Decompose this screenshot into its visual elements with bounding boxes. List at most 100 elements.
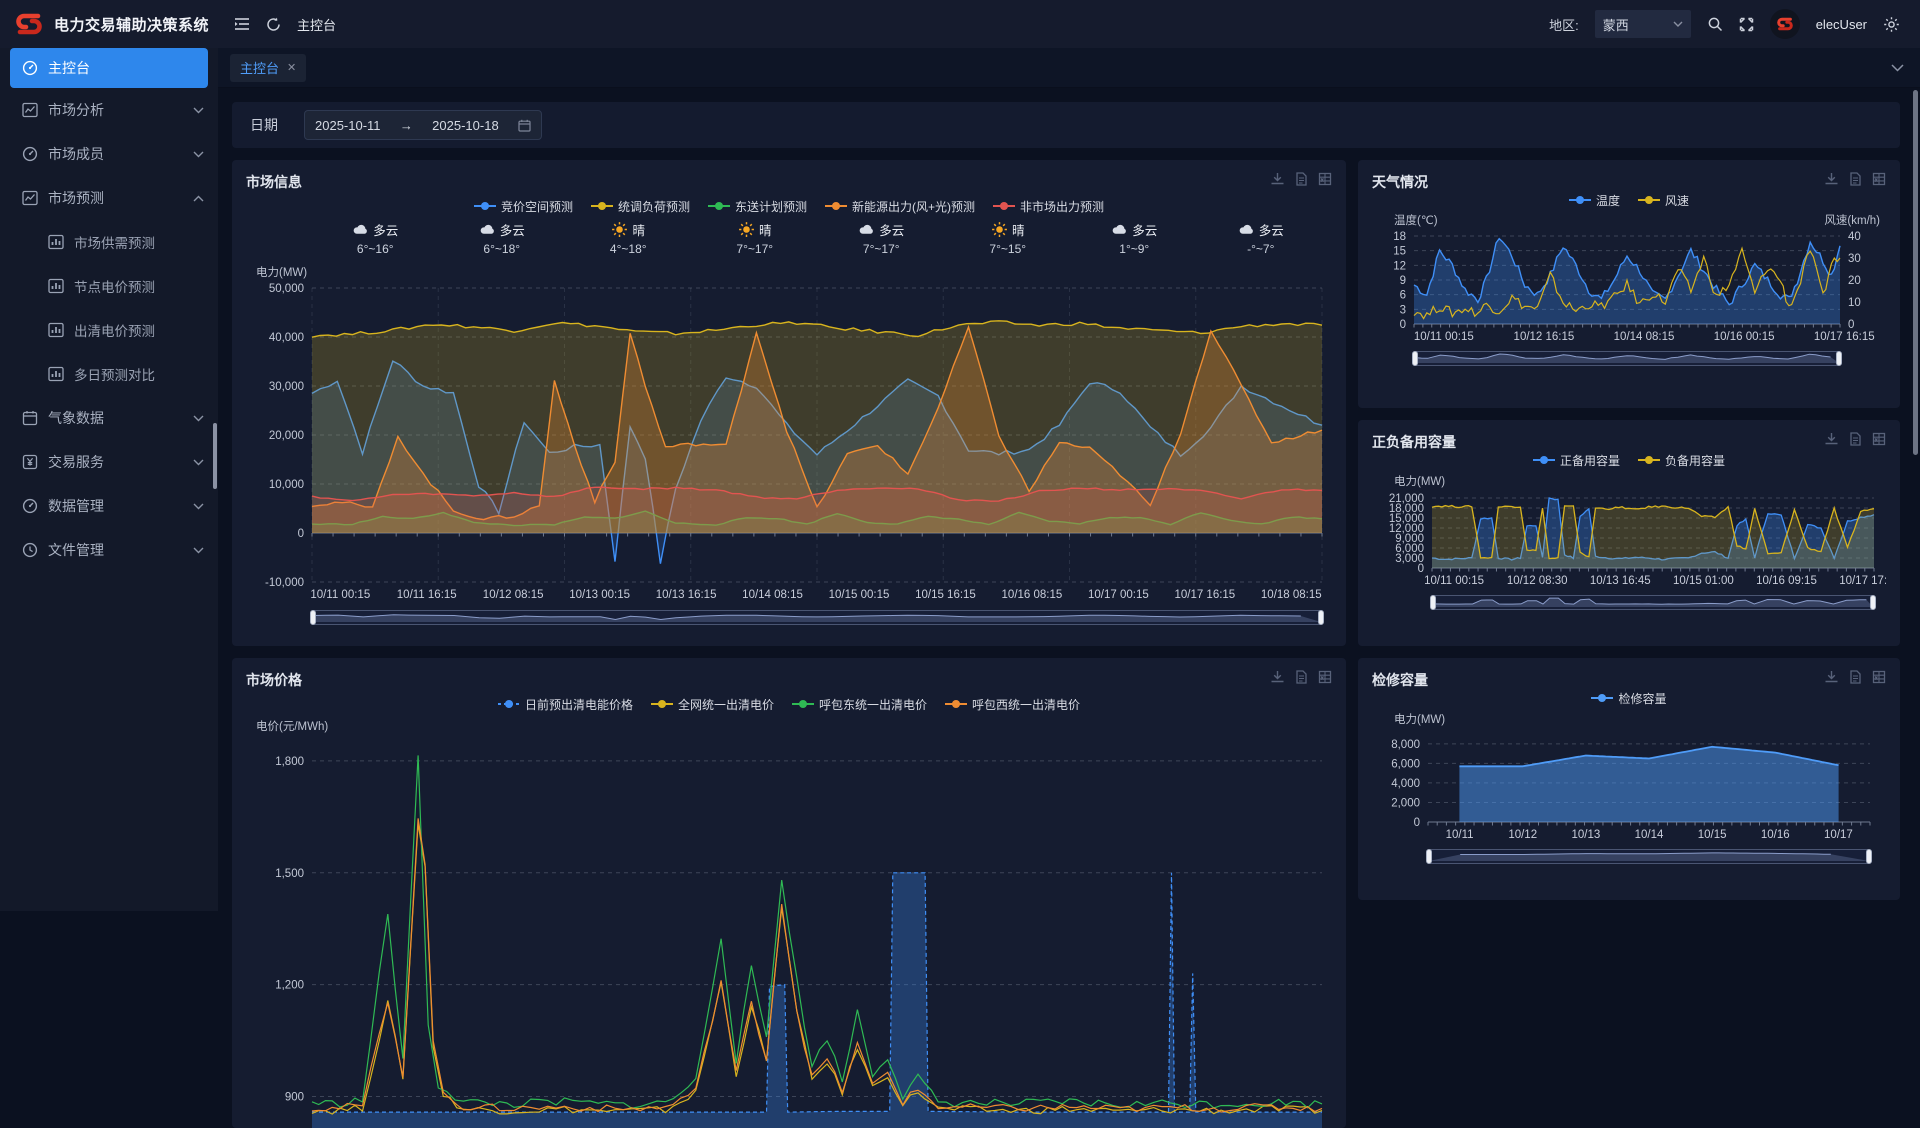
datazoom-slider[interactable] [1414, 351, 1840, 366]
datazoom-handle[interactable] [1318, 610, 1324, 625]
datazoom-handle[interactable] [1836, 351, 1842, 366]
date-filter-bar: 日期 2025-10-11 → 2025-10-18 [232, 102, 1900, 148]
region-select[interactable]: 蒙西 [1595, 10, 1691, 38]
card-actions [1824, 172, 1886, 186]
excel-export-icon[interactable] [1872, 670, 1886, 684]
tab-console[interactable]: 主控台 ✕ [230, 54, 306, 82]
sidebar-item-market-forecast[interactable]: 市场预测 [0, 176, 218, 220]
excel-export-icon[interactable] [1872, 172, 1886, 186]
legend-item[interactable]: 负备用容量 [1638, 452, 1725, 469]
legend-item[interactable]: 非市场出力预测 [993, 198, 1104, 215]
svg-text:10/11 00:15: 10/11 00:15 [310, 589, 370, 601]
weather-cell: 多云 -°~7° [1198, 220, 1325, 266]
legend-item[interactable]: 东送计划预测 [708, 198, 807, 215]
sidebar-item-trade-service[interactable]: 交易服务 [0, 440, 218, 484]
app-logo-icon [14, 9, 44, 39]
sidebar-item-data-management[interactable]: 数据管理 [0, 484, 218, 528]
data-file-icon[interactable] [1294, 172, 1308, 186]
legend-item[interactable]: 温度 [1569, 192, 1620, 209]
chart-legend: 检修容量 [1372, 688, 1886, 708]
datazoom-handle[interactable] [310, 610, 316, 625]
maintenance-chart[interactable]: 8,0006,0004,0002,000010/1110/1210/1310/1… [1372, 728, 1886, 844]
svg-text:50,000: 50,000 [269, 283, 304, 295]
search-icon[interactable] [1707, 16, 1723, 32]
download-icon[interactable] [1824, 432, 1838, 446]
excel-export-icon[interactable] [1318, 670, 1332, 684]
svg-text:10/18 08:15: 10/18 08:15 [1261, 589, 1322, 601]
svg-text:10/15: 10/15 [1698, 829, 1727, 841]
datazoom-handle[interactable] [1870, 595, 1876, 610]
end-date[interactable]: 2025-10-18 [432, 118, 499, 133]
sidebar-scrollbar-thumb[interactable] [213, 423, 217, 489]
gauge-icon [22, 146, 38, 162]
data-file-icon[interactable] [1294, 670, 1308, 684]
fullscreen-icon[interactable] [1739, 17, 1754, 32]
legend-marker [1569, 196, 1591, 204]
download-icon[interactable] [1270, 172, 1284, 186]
svg-text:10: 10 [1848, 297, 1861, 309]
legend-item[interactable]: 正备用容量 [1533, 452, 1620, 469]
clock-icon [22, 542, 38, 558]
card-market-info: 市场信息 竞价空间预测 统调负荷预测 东送计划预测 新能源出力(风+光)预测 非… [232, 160, 1346, 646]
market-info-chart[interactable]: 电力(MW) 50,00040,00030,00020,00010,0000-1… [246, 268, 1332, 604]
download-icon[interactable] [1824, 172, 1838, 186]
username[interactable]: elecUser [1816, 17, 1867, 32]
settings-gear-icon[interactable] [1883, 16, 1900, 33]
data-file-icon[interactable] [1848, 432, 1862, 446]
svg-text:0: 0 [1414, 817, 1420, 829]
legend-item[interactable]: 检修容量 [1591, 690, 1666, 707]
excel-export-icon[interactable] [1872, 432, 1886, 446]
legend-item[interactable]: 竞价空间预测 [474, 198, 573, 215]
tab-close-icon[interactable]: ✕ [287, 61, 296, 74]
sidebar-item-console[interactable]: 主控台 [10, 48, 208, 88]
legend-item[interactable]: 呼包东统一出清电价 [792, 696, 927, 713]
page-scrollbar-thumb[interactable] [1913, 90, 1918, 455]
reserve-chart[interactable]: 21,00018,00015,00012,0009,0006,0003,0000… [1372, 490, 1886, 590]
legend-item[interactable]: 全网统一出清电价 [651, 696, 774, 713]
weather-chart[interactable]: 181512963040302010010/11 00:1510/12 16:1… [1372, 228, 1886, 346]
sidebar-item-file-management[interactable]: 文件管理 [0, 528, 218, 572]
datazoom-slider[interactable] [1432, 595, 1874, 610]
legend-marker [708, 202, 730, 210]
legend-item[interactable]: 风速 [1638, 192, 1689, 209]
weather-label: 晴 [1012, 220, 1025, 239]
sidebar-item-multiday-forecast-compare[interactable]: 多日预测对比 [0, 352, 218, 396]
svg-text:10/16: 10/16 [1761, 829, 1790, 841]
datazoom-handle[interactable] [1412, 351, 1418, 366]
sidebar-item-label: 交易服务 [48, 452, 193, 472]
tabbar-chevron-down-icon[interactable] [1891, 64, 1904, 72]
legend-item[interactable]: 呼包西统一出清电价 [945, 696, 1080, 713]
download-icon[interactable] [1824, 670, 1838, 684]
sidebar-item-weather-data[interactable]: 气象数据 [0, 396, 218, 440]
weather-cell: 多云 1°~9° [1071, 220, 1198, 266]
datazoom-slider[interactable] [312, 610, 1322, 625]
legend-item[interactable]: 统调负荷预测 [591, 198, 690, 215]
market-price-chart[interactable]: 电价(元/MWh) 1,8001,5001,200900 [246, 716, 1332, 1096]
weather-label: 多云 [373, 220, 398, 239]
legend-item[interactable]: 新能源出力(风+光)预测 [825, 198, 975, 215]
datazoom-handle[interactable] [1430, 595, 1436, 610]
start-date[interactable]: 2025-10-11 [315, 118, 381, 133]
sidebar-item-market-members[interactable]: 市场成员 [0, 132, 218, 176]
svg-text:1,800: 1,800 [275, 756, 304, 768]
download-icon[interactable] [1270, 670, 1284, 684]
sidebar-item-clearing-price-forecast[interactable]: 出清电价预测 [0, 308, 218, 352]
weather-strip: 多云 6°~16°多云 6°~18°晴 4°~18°晴 7°~17°多云 7°~… [312, 220, 1324, 266]
datazoom-handle[interactable] [1426, 849, 1432, 864]
datazoom-handle[interactable] [1866, 849, 1872, 864]
legend-marker [993, 202, 1015, 210]
sidebar-item-node-price-forecast[interactable]: 节点电价预测 [0, 264, 218, 308]
svg-text:20: 20 [1848, 275, 1861, 287]
legend-item[interactable]: 日前预出清电能价格 [498, 696, 633, 713]
datazoom-slider[interactable] [1428, 849, 1870, 864]
data-file-icon[interactable] [1848, 172, 1862, 186]
date-range-picker[interactable]: 2025-10-11 → 2025-10-18 [304, 110, 542, 140]
sidebar-item-market-analysis[interactable]: 市场分析 [0, 88, 218, 132]
excel-export-icon[interactable] [1318, 172, 1332, 186]
user-avatar[interactable] [1770, 9, 1800, 39]
collapse-menu-icon[interactable] [234, 17, 250, 31]
svg-text:4,000: 4,000 [1391, 778, 1420, 790]
data-file-icon[interactable] [1848, 670, 1862, 684]
refresh-icon[interactable] [266, 17, 281, 32]
sidebar-item-supply-demand-forecast[interactable]: 市场供需预测 [0, 220, 218, 264]
